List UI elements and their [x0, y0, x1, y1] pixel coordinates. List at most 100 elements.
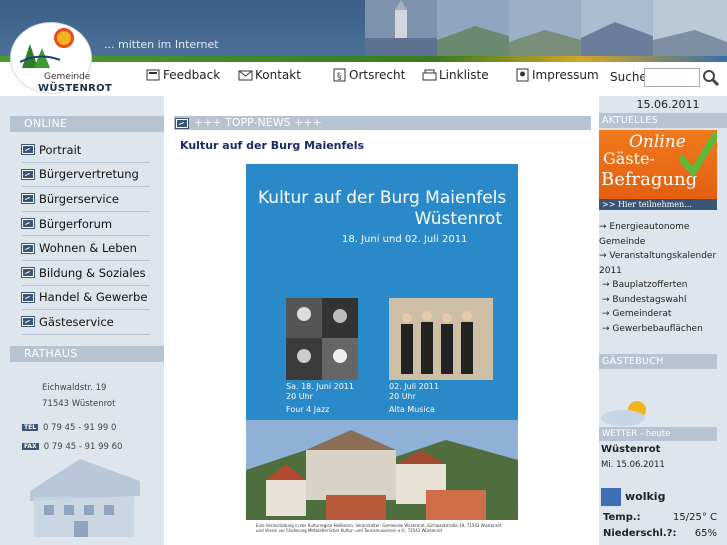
nav-ortsrecht-label: Ortsrecht — [349, 68, 406, 82]
nav-impressum-label: Impressum — [532, 68, 599, 82]
arrow-box-icon — [21, 267, 35, 279]
menu-item-label: Bildung & Soziales — [39, 265, 146, 280]
arrow-box-icon — [175, 117, 189, 129]
nav-kontakt-label: Kontakt — [255, 68, 301, 82]
menu-item-wohnen-leben[interactable]: Wohnen & Leben — [21, 236, 150, 261]
address-street: Eichwaldstr. 19 — [42, 383, 107, 393]
mail-icon — [238, 70, 253, 81]
link-gewerbebauflaechen[interactable]: → Gewerbebauflächen — [599, 322, 727, 337]
rathaus-block: RATHAUS Eichwaldstr. 19 71543 Wüstenrot … — [0, 346, 164, 537]
header-color-line — [0, 56, 727, 62]
header: ... mitten im Internet Gemeinde WÜSTENRO… — [0, 0, 727, 96]
search-input[interactable] — [644, 68, 700, 87]
event1-info: Sa. 18. Juni 2011 20 Uhr Four 4 Jazz — [286, 382, 354, 415]
event2-name: Alta Musica — [389, 405, 435, 414]
aktuelles-head: AKTUELLES — [599, 113, 727, 128]
arrow-box-icon — [21, 242, 35, 254]
link-bundestagswahl[interactable]: → Bundestagswahl — [599, 293, 727, 308]
jazz-band-photo — [286, 298, 358, 380]
link-bauplatzofferten[interactable]: → Bauplatzofferten — [599, 278, 727, 293]
menu-item-label: Portrait — [39, 142, 82, 157]
fax-tag: FAX — [22, 443, 39, 450]
address-city: 71543 Wüstenrot — [42, 399, 116, 409]
weather-sun-cloud-icon — [601, 401, 646, 426]
poster-title: Kultur auf der Burg Maienfels Wüstenrot — [258, 188, 506, 230]
menu-item-buergervertretung[interactable]: Bürgervertretung — [21, 163, 150, 188]
left-sidebar: ONLINE Portrait Bürgervertretung Bürgers… — [0, 96, 164, 545]
gaestebuch-head[interactable]: GÄSTEBUCH — [599, 354, 717, 369]
tel-tag: TEL — [22, 424, 39, 431]
survey-participate-link[interactable]: >> Hier teilnehmen... — [599, 199, 717, 210]
feedback-icon — [146, 69, 160, 81]
search-label: Suche — [610, 70, 647, 84]
event-poster[interactable]: Kultur auf der Burg Maienfels Wüstenrot … — [246, 164, 518, 545]
municipality-logo[interactable]: Gemeinde WÜSTENROT — [6, 22, 112, 98]
address: Eichwaldstr. 19 71543 Wüstenrot — [42, 380, 164, 412]
precipitation-label: Niederschl.?: — [603, 528, 677, 539]
poster-title-line2: Wüstenrot — [414, 209, 502, 229]
online-section-head: ONLINE — [10, 116, 164, 132]
arrow-box-icon — [21, 193, 35, 205]
link-veranstaltungskalender[interactable]: → Veranstaltungskalender 2011 — [599, 249, 727, 278]
aktuelles-links: → Energieautonome Gemeinde → Veranstaltu… — [599, 220, 727, 336]
arrow-box-icon — [21, 218, 35, 230]
menu-item-label: Bürgerservice — [39, 191, 120, 206]
nav-linkliste-label: Linkliste — [439, 68, 489, 82]
menu-item-label: Handel & Gewerbe — [39, 290, 148, 305]
menu-item-handel-gewerbe[interactable]: Handel & Gewerbe — [21, 286, 150, 311]
header-photo-strip — [365, 0, 727, 56]
current-date: 15.06.2011 — [636, 98, 700, 111]
main-content: +++ TOPP-NEWS +++ Kultur auf der Burg Ma… — [164, 96, 599, 545]
event1-name: Four 4 Jazz — [286, 405, 330, 414]
law-icon: § — [333, 68, 346, 82]
nav-feedback[interactable]: Feedback — [146, 68, 220, 82]
menu-item-buergerforum[interactable]: Bürgerforum — [21, 212, 150, 237]
survey-banner[interactable]: Online Gäste- Befragung >> Hier teilnehm… — [599, 130, 717, 210]
precipitation-row: Niederschl.?: 65% — [603, 528, 717, 539]
arrow-box-icon — [21, 291, 35, 303]
news-title[interactable]: Kultur auf der Burg Maienfels — [180, 139, 364, 152]
weather-city: Wüstenrot — [601, 444, 661, 455]
poster-dates: 18. Juni und 02. Juli 2011 — [342, 234, 468, 245]
arrow-box-icon — [21, 168, 35, 180]
nav-linkliste[interactable]: Linkliste — [422, 68, 489, 82]
menu-item-buergerservice[interactable]: Bürgerservice — [21, 187, 150, 212]
event2-time: 20 Uhr — [389, 392, 416, 401]
fax-number: 0 79 45 - 91 99 60 — [43, 441, 123, 452]
menu-item-gaesteservice[interactable]: Gästeservice — [21, 310, 150, 335]
weather-condition: wolkig — [625, 490, 666, 503]
topp-news-head: +++ TOPP-NEWS +++ — [174, 116, 591, 130]
weather-date: Mi. 15.06.2011 — [601, 460, 665, 470]
cloud-icon — [601, 488, 621, 506]
arrow-box-icon — [21, 316, 35, 328]
survey-gaeste: Gäste- — [603, 149, 655, 168]
rathaus-section-head: RATHAUS — [10, 346, 164, 362]
search-icon[interactable] — [702, 69, 720, 87]
arrow-box-icon — [21, 144, 35, 156]
nav-ortsrecht[interactable]: § Ortsrecht — [332, 68, 405, 82]
menu-item-label: Wohnen & Leben — [39, 241, 137, 256]
link-icon — [422, 69, 437, 81]
event2-date: 02. Juli 2011 — [389, 382, 440, 391]
svg-text:§: § — [337, 72, 342, 82]
menu-item-label: Bürgerforum — [39, 216, 113, 231]
poster-footer: Eine Veranstaltung in der Kulturregion H… — [246, 520, 518, 545]
topp-news-label: +++ TOPP-NEWS +++ — [194, 116, 322, 129]
landscape-photos — [365, 0, 727, 56]
top-navigation: Feedback Kontakt § Ortsrecht Linkliste I… — [146, 68, 727, 88]
temperature-value: 15/25° C — [673, 512, 717, 523]
checkmark-icon — [679, 132, 717, 178]
menu-item-label: Bürgervertretung — [39, 167, 139, 182]
nav-impressum[interactable]: Impressum — [515, 68, 599, 82]
nav-kontakt[interactable]: Kontakt — [238, 68, 301, 82]
link-gemeinderat[interactable]: → Gemeinderat — [599, 307, 727, 322]
menu-item-bildung-soziales[interactable]: Bildung & Soziales — [21, 261, 150, 286]
event1-date: Sa. 18. Juni 2011 — [286, 382, 354, 391]
event1-time: 20 Uhr — [286, 392, 313, 401]
impressum-icon — [516, 68, 529, 82]
weather-head: WETTER - heute — [599, 427, 717, 441]
phone-number: 0 79 45 - 91 99 0 — [43, 422, 117, 433]
link-energieautonome-gemeinde[interactable]: → Energieautonome Gemeinde — [599, 220, 727, 249]
menu-item-portrait[interactable]: Portrait — [21, 138, 150, 163]
logo-name: WÜSTENROT — [38, 83, 113, 94]
